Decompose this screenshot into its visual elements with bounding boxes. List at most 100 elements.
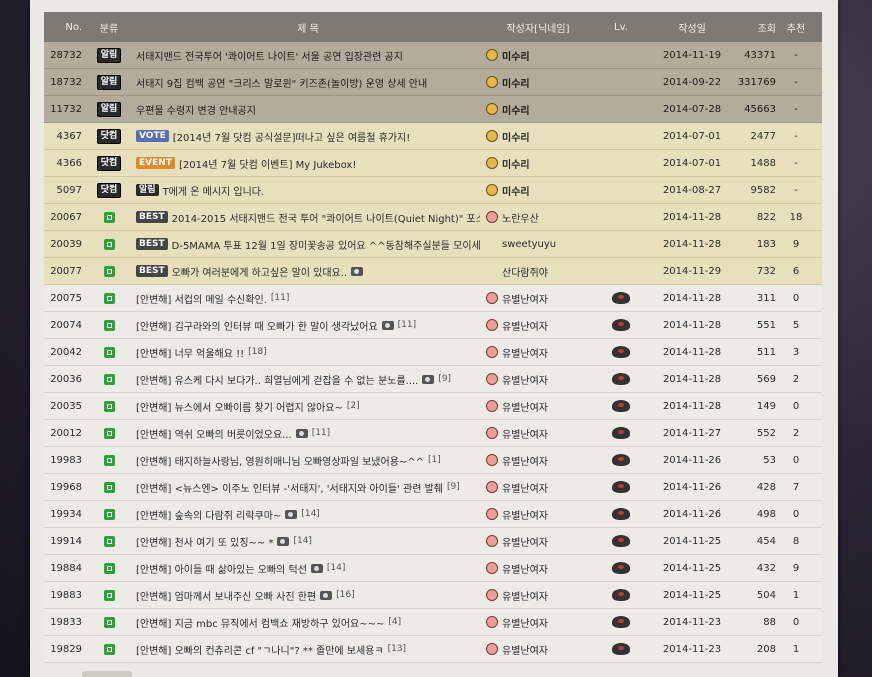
- author-cell[interactable]: 유별난여자: [480, 534, 590, 549]
- author-name[interactable]: 미수리: [502, 75, 530, 90]
- author-name[interactable]: sweetyuyu: [502, 239, 556, 250]
- author-name[interactable]: 유별난여자: [502, 588, 548, 603]
- post-title-cell[interactable]: [안변해] 태지하늘사랑님, 영원히매니님 오빠영상파일 보냈어용~^^ [1]: [130, 453, 480, 468]
- post-title-link[interactable]: 서태지밴드 전국투어 '콰이어트 나이트' 서울 공연 입장관련 공지: [136, 48, 403, 63]
- post-title-link[interactable]: [2014년 7월 닷컴 공식설문]떠나고 싶은 여름철 휴가지!: [173, 129, 411, 144]
- post-title-link[interactable]: T에게 온 메시지 입니다.: [163, 183, 265, 198]
- table-row[interactable]: 20075 [안변해] 서컵의 메일 수신확인. [11] 유별난여자 2014-11-…: [44, 285, 822, 312]
- post-title-cell[interactable]: 서태지밴드 전국투어 '콰이어트 나이트' 서울 공연 입장관련 공지: [130, 48, 480, 63]
- post-title-cell[interactable]: [안변해] 뉴스에서 오빠이름 찾기 어렵지 않아요~ [2]: [130, 399, 480, 414]
- post-title-link[interactable]: [2014년 7월 닷컴 이벤트] My Jukebox!: [179, 156, 356, 171]
- author-cell[interactable]: 유별난여자: [480, 372, 590, 387]
- table-row[interactable]: 20074 [안변해] 김구라와의 인터뷰 때 오빠가 한 말이 생각났어요 [11…: [44, 312, 822, 339]
- post-title-cell[interactable]: [안변해] 김구라와의 인터뷰 때 오빠가 한 말이 생각났어요 [11]: [130, 318, 480, 333]
- table-row[interactable]: 19983 [안변해] 태지하늘사랑님, 영원히매니님 오빠영상파일 보냈어용~^…: [44, 447, 822, 474]
- author-name[interactable]: 유별난여자: [502, 561, 548, 576]
- table-row[interactable]: 4366 닷컴 EVENT [2014년 7월 닷컴 이벤트] My Jukebox!…: [44, 150, 822, 177]
- table-row[interactable]: 20039 BEST D-5MAMA 투표 12월 1일 장미꽃송공 있어요 ^^동…: [44, 231, 822, 258]
- author-cell[interactable]: 미수리: [480, 102, 590, 117]
- author-cell[interactable]: sweetyuyu: [480, 239, 590, 250]
- post-title-link[interactable]: 우편물 수령지 변경 안내공지: [136, 102, 256, 117]
- author-cell[interactable]: 유별난여자: [480, 507, 590, 522]
- post-title-cell[interactable]: 우편물 수령지 변경 안내공지: [130, 102, 480, 117]
- post-title-cell[interactable]: 알림 T에게 온 메시지 입니다.: [130, 183, 480, 198]
- author-cell[interactable]: 산다람쥐야: [480, 264, 590, 279]
- author-cell[interactable]: 노란우산: [480, 210, 590, 225]
- author-cell[interactable]: 미수리: [480, 75, 590, 90]
- table-row[interactable]: 5097 닷컴 알림 T에게 온 메시지 입니다. 미수리 2014-08-27 9582 -: [44, 177, 822, 204]
- author-name[interactable]: 유별난여자: [502, 534, 548, 549]
- table-row[interactable]: 20012 [안변해] 역쉬 오빠의 버릇이었오요... [11] 유별난여자 2014…: [44, 420, 822, 447]
- scrollbar-thumb[interactable]: [82, 671, 132, 677]
- author-name[interactable]: 유별난여자: [502, 426, 548, 441]
- post-title-cell[interactable]: BEST 2014-2015 서태지밴드 전국 투어 "콰이어트 나이트(Quie…: [130, 210, 480, 225]
- author-name[interactable]: 유별난여자: [502, 507, 548, 522]
- table-row[interactable]: 20067 BEST 2014-2015 서태지밴드 전국 투어 "콰이어트 나이트…: [44, 204, 822, 231]
- author-name[interactable]: 미수리: [502, 102, 530, 117]
- post-title-cell[interactable]: [안변해] 서컵의 메일 수신확인. [11]: [130, 291, 480, 306]
- author-cell[interactable]: 유별난여자: [480, 291, 590, 306]
- post-title-cell[interactable]: 서태지 9집 컴백 공연 "크리스 말로윈" 키즈존(놀이방) 운영 상세 안내: [130, 75, 480, 90]
- post-title-cell[interactable]: [안변해] 지금 mbc 뮤직에서 컴백쇼 재방하구 있어요~~~ [4]: [130, 615, 480, 630]
- post-title-link[interactable]: [안변해] 숲속의 다람쥐 리락쿠마~: [136, 507, 281, 522]
- table-row[interactable]: 19833 [안변해] 지금 mbc 뮤직에서 컴백쇼 재방하구 있어요~~~ [4…: [44, 609, 822, 636]
- post-title-cell[interactable]: EVENT [2014년 7월 닷컴 이벤트] My Jukebox!: [130, 156, 480, 171]
- post-title-link[interactable]: 오빠가 여러분에게 하고싶은 말이 있대요..: [172, 264, 347, 279]
- author-name[interactable]: 산다람쥐야: [502, 264, 548, 279]
- post-title-cell[interactable]: [안변해] 숲속의 다람쥐 리락쿠마~ [14]: [130, 507, 480, 522]
- author-name[interactable]: 유별난여자: [502, 318, 548, 333]
- post-title-cell[interactable]: [안변해] 천사 여기 또 있징~~ * [14]: [130, 534, 480, 549]
- author-name[interactable]: 미수리: [502, 156, 530, 171]
- post-title-link[interactable]: 서태지 9집 컴백 공연 "크리스 말로윈" 키즈존(놀이방) 운영 상세 안내: [136, 75, 427, 90]
- table-row[interactable]: 19968 [안변해] <뉴스엔> 이주노 인터뷰 -'서태지', '서태지와 아…: [44, 474, 822, 501]
- post-title-link[interactable]: [안변해] 서컵의 메일 수신확인.: [136, 291, 267, 306]
- post-title-cell[interactable]: [안변해] 역쉬 오빠의 버릇이었오요... [11]: [130, 426, 480, 441]
- post-title-link[interactable]: [안변해] 김구라와의 인터뷰 때 오빠가 한 말이 생각났어요: [136, 318, 378, 333]
- post-title-link[interactable]: [안변해] 아이들 때 삶아있는 오빠의 턱선: [136, 561, 307, 576]
- post-title-link[interactable]: [안변해] 엄마께서 보내주신 오빠 사진 한편: [136, 588, 316, 603]
- post-title-link[interactable]: [안변해] 지금 mbc 뮤직에서 컴백쇼 재방하구 있어요~~~: [136, 615, 384, 630]
- post-title-cell[interactable]: VOTE [2014년 7월 닷컴 공식설문]떠나고 싶은 여름철 휴가지!: [130, 129, 480, 144]
- post-title-link[interactable]: [안변해] 너무 억울해요 !!: [136, 345, 244, 360]
- table-row[interactable]: 19829 [안변해] 오빠의 컨츄리콘 cf "ㄱ나니"? ** 졸만에 보세용…: [44, 636, 822, 663]
- post-title-link[interactable]: [안변해] <뉴스엔> 이주노 인터뷰 -'서태지', '서태지와 아이들' 관…: [136, 480, 443, 495]
- table-row[interactable]: 19883 [안변해] 엄마께서 보내주신 오빠 사진 한편 [16] 유별난여자 20…: [44, 582, 822, 609]
- author-cell[interactable]: 미수리: [480, 183, 590, 198]
- table-row[interactable]: 20042 [안변해] 너무 억울해요 !! [18] 유별난여자 2014-11-28…: [44, 339, 822, 366]
- author-name[interactable]: 유별난여자: [502, 399, 548, 414]
- author-cell[interactable]: 유별난여자: [480, 615, 590, 630]
- post-title-cell[interactable]: [안변해] 유스케 다시 보다가.. 희열님에게 걷잡을 수 없는 분노를...…: [130, 372, 480, 387]
- author-cell[interactable]: 유별난여자: [480, 318, 590, 333]
- table-row[interactable]: 20035 [안변해] 뉴스에서 오빠이름 찾기 어렵지 않아요~ [2] 유별난여자…: [44, 393, 822, 420]
- author-name[interactable]: 유별난여자: [502, 345, 548, 360]
- author-cell[interactable]: 유별난여자: [480, 480, 590, 495]
- author-cell[interactable]: 미수리: [480, 48, 590, 63]
- post-title-link[interactable]: [안변해] 오빠의 컨츄리콘 cf "ㄱ나니"? ** 졸만에 보세용ㅋ: [136, 642, 384, 657]
- author-name[interactable]: 유별난여자: [502, 615, 548, 630]
- table-row[interactable]: 19884 [안변해] 아이들 때 삶아있는 오빠의 턱선 [14] 유별난여자 201…: [44, 555, 822, 582]
- post-title-link[interactable]: D-5MAMA 투표 12월 1일 장미꽃송공 있어요 ^^동참해주실분들 모이…: [172, 237, 480, 252]
- table-row[interactable]: 20036 [안변해] 유스케 다시 보다가.. 희열님에게 걷잡을 수 없는 분…: [44, 366, 822, 393]
- post-title-link[interactable]: [안변해] 뉴스에서 오빠이름 찾기 어렵지 않아요~: [136, 399, 343, 414]
- table-row[interactable]: 20077 BEST 오빠가 여러분에게 하고싶은 말이 있대요.. 산다람쥐야 201…: [44, 258, 822, 285]
- post-title-link[interactable]: [안변해] 태지하늘사랑님, 영원히매니님 오빠영상파일 보냈어용~^^: [136, 453, 424, 468]
- table-row[interactable]: 4367 닷컴 VOTE [2014년 7월 닷컴 공식설문]떠나고 싶은 여름철 휴…: [44, 123, 822, 150]
- author-name[interactable]: 미수리: [502, 48, 530, 63]
- post-title-link[interactable]: 2014-2015 서태지밴드 전국 투어 "콰이어트 나이트(Quiet Ni…: [172, 210, 480, 225]
- post-title-cell[interactable]: [안변해] <뉴스엔> 이주노 인터뷰 -'서태지', '서태지와 아이들' 관…: [130, 480, 480, 495]
- table-row[interactable]: 19934 [안변해] 숲속의 다람쥐 리락쿠마~ [14] 유별난여자 2014-11…: [44, 501, 822, 528]
- post-title-cell[interactable]: [안변해] 아이들 때 삶아있는 오빠의 턱선 [14]: [130, 561, 480, 576]
- author-cell[interactable]: 미수리: [480, 129, 590, 144]
- table-row[interactable]: 18732 알림 서태지 9집 컴백 공연 "크리스 말로윈" 키즈존(놀이방) 운…: [44, 69, 822, 96]
- post-title-cell[interactable]: [안변해] 너무 억울해요 !! [18]: [130, 345, 480, 360]
- author-name[interactable]: 유별난여자: [502, 291, 548, 306]
- post-title-link[interactable]: [안변해] 천사 여기 또 있징~~ *: [136, 534, 273, 549]
- author-name[interactable]: 미수리: [502, 183, 530, 198]
- post-title-link[interactable]: [안변해] 역쉬 오빠의 버릇이었오요...: [136, 426, 292, 441]
- author-cell[interactable]: 유별난여자: [480, 345, 590, 360]
- post-title-cell[interactable]: BEST D-5MAMA 투표 12월 1일 장미꽃송공 있어요 ^^동참해주실분…: [130, 237, 480, 252]
- table-row[interactable]: 28732 알림 서태지밴드 전국투어 '콰이어트 나이트' 서울 공연 입장관련 …: [44, 42, 822, 69]
- author-cell[interactable]: 미수리: [480, 156, 590, 171]
- author-cell[interactable]: 유별난여자: [480, 642, 590, 657]
- post-title-cell[interactable]: [안변해] 오빠의 컨츄리콘 cf "ㄱ나니"? ** 졸만에 보세용ㅋ [13]: [130, 642, 480, 657]
